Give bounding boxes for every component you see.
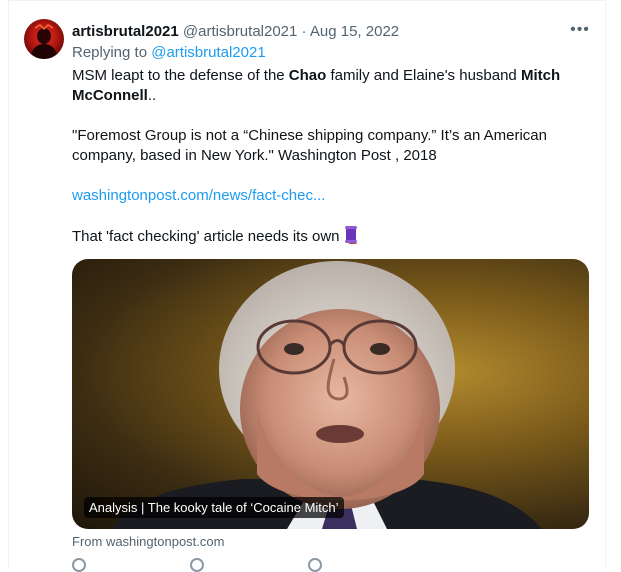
header-separator: · (301, 23, 307, 40)
like-icon[interactable] (308, 558, 322, 572)
replying-to-label: Replying to (72, 44, 148, 61)
tweet-text-paragraph-4: That 'fact checking' article needs its o… (72, 226, 582, 247)
retweet-icon[interactable] (190, 558, 204, 572)
tweet-header: artisbrutal2021 @artisbrutal2021 · Aug 1… (72, 21, 399, 43)
text-segment: .. (147, 87, 157, 104)
replying-to-handle[interactable]: @artisbrutal2021 (151, 44, 265, 61)
link-preview-card[interactable]: Analysis | The kooky tale of ‘Cocaine Mi… (72, 259, 589, 529)
tweet-date[interactable]: Aug 15, 2022 (310, 23, 399, 40)
card-source[interactable]: From washingtonpost.com (72, 533, 224, 551)
article-photo (112, 261, 542, 529)
reply-icon[interactable] (72, 558, 86, 572)
more-options-button[interactable]: ••• (569, 20, 591, 42)
tweet-text-paragraph-1: MSM leapt to the defense of the Chao fam… (72, 66, 582, 106)
ellipsis-icon: ••• (570, 21, 590, 38)
user-handle[interactable]: @artisbrutal2021 (183, 23, 297, 40)
text-segment: MSM leapt to the defense of the (72, 67, 289, 84)
tweet-actions (72, 558, 592, 572)
text-segment: That 'fact checking' article needs its o… (72, 228, 340, 245)
scroll-emoji-icon (343, 226, 359, 244)
replying-to: Replying to @artisbrutal2021 (72, 43, 266, 63)
tweet-text-paragraph-2: "Foremost Group is not a “Chinese shippi… (72, 127, 547, 164)
text-segment: family and Elaine's husband (326, 67, 521, 84)
bold-text-chao: Chao (288, 67, 327, 84)
display-name[interactable]: artisbrutal2021 (72, 23, 179, 40)
avatar-image (30, 24, 58, 59)
article-link[interactable]: washingtonpost.com/news/fact-chec... (72, 186, 582, 206)
avatar[interactable] (24, 19, 64, 59)
card-caption: Analysis | The kooky tale of ‘Cocaine Mi… (84, 497, 344, 518)
